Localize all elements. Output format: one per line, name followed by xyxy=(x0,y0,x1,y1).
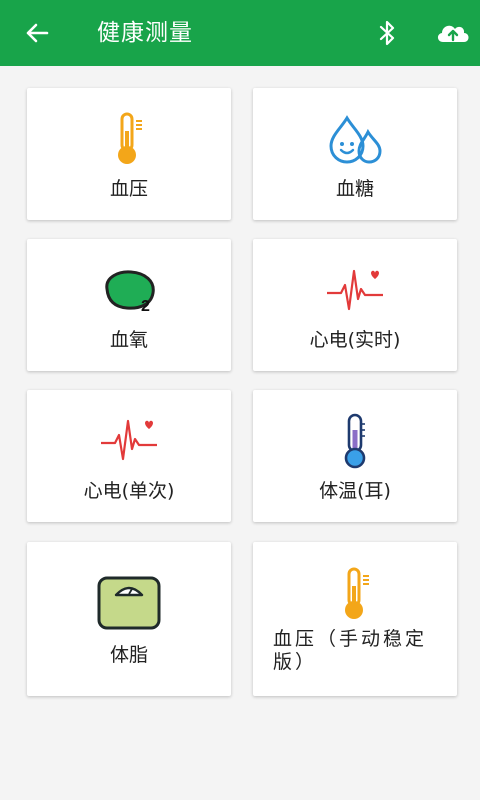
page-title: 健康测量 xyxy=(97,20,193,46)
card-blood-glucose[interactable]: 血糖 xyxy=(253,88,457,220)
card-blood-pressure-manual[interactable]: 血压（手动稳定版） xyxy=(253,542,457,696)
app-bar: 健康测量 xyxy=(0,0,480,66)
card-label: 心电(实时) xyxy=(309,329,401,351)
card-label: 血氧 xyxy=(109,329,148,351)
body-scale-icon xyxy=(97,576,161,630)
svg-text:2: 2 xyxy=(141,298,150,313)
thermometer-icon xyxy=(118,112,142,164)
ecg-heart-icon xyxy=(327,269,383,311)
cloud-upload-icon[interactable] xyxy=(434,18,472,48)
card-ecg-single[interactable]: 心电(单次) xyxy=(27,390,231,522)
card-label: 血压（手动稳定版） xyxy=(273,628,428,673)
card-label: 体脂 xyxy=(109,644,148,666)
card-label: 血压 xyxy=(109,178,148,200)
card-body-fat[interactable]: 体脂 xyxy=(27,542,231,696)
ecg-heart-icon xyxy=(101,419,157,461)
water-drop-icon xyxy=(329,115,382,164)
card-label: 体温(耳) xyxy=(319,480,391,502)
thermometer-icon xyxy=(345,567,369,619)
card-blood-pressure[interactable]: 血压 xyxy=(27,88,231,220)
card-label: 血糖 xyxy=(335,178,374,200)
oxygen-blob-icon: 2 xyxy=(105,270,155,313)
card-blood-oxygen[interactable]: 2 血氧 xyxy=(27,239,231,371)
bluetooth-icon[interactable] xyxy=(372,18,402,48)
arrow-left-icon[interactable] xyxy=(22,18,52,48)
card-ear-temperature[interactable]: 体温(耳) xyxy=(253,390,457,522)
card-ecg-realtime[interactable]: 心电(实时) xyxy=(253,239,457,371)
thermometer-icon xyxy=(344,413,366,469)
card-label: 心电(单次) xyxy=(83,480,175,502)
